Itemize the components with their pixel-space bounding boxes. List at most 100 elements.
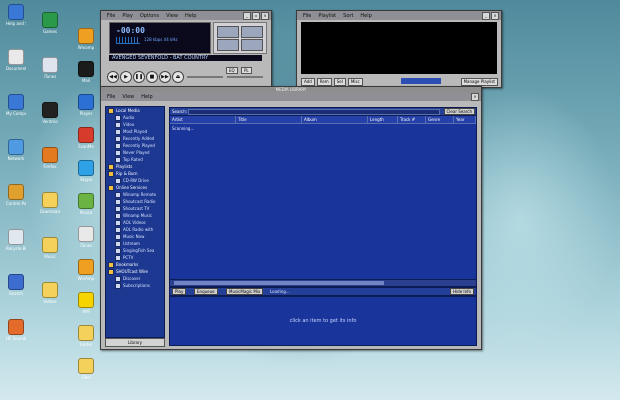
lib-menu-view[interactable]: View (122, 94, 134, 100)
desktop-icon[interactable]: Files (76, 358, 96, 380)
tree-item[interactable]: SHOUTcast Wire (106, 268, 164, 275)
desktop-icon[interactable]: Mail (76, 61, 96, 83)
desktop-icon[interactable]: Folder (76, 325, 96, 347)
tree-item[interactable]: AOL Videos (106, 219, 164, 226)
tree-item[interactable]: Discover (106, 275, 164, 282)
media-library-window[interactable]: MEDIA LIBRARY File View Help × Local Med… (100, 86, 482, 350)
desktop-icon[interactable]: Picasa (76, 193, 96, 215)
close-icon[interactable]: × (261, 11, 269, 20)
playlist-remove-button[interactable]: Rem (316, 78, 332, 86)
desktop-icon[interactable]: My Computer (6, 94, 26, 116)
previous-button[interactable]: ◀◀ (107, 71, 119, 83)
pl-menu-file[interactable]: File (303, 13, 311, 19)
desktop-icon[interactable]: Music (40, 237, 60, 259)
tree-item[interactable]: CD-RW Drive (106, 177, 164, 184)
playlist-misc-button[interactable]: Misc (347, 78, 363, 86)
library-tree[interactable]: Local Media Audio Video Most Played Recently… (105, 106, 165, 338)
minimize-icon[interactable]: _ (482, 11, 490, 20)
menu-help[interactable]: Help (185, 13, 196, 19)
desktop-icon[interactable]: Control Panel (6, 184, 26, 206)
tree-item[interactable]: Winamp Music (106, 212, 164, 219)
tree-item[interactable]: Rip & Burn (106, 170, 164, 177)
lib-menu-file[interactable]: File (107, 94, 115, 100)
tree-item[interactable]: Top Rated (106, 156, 164, 163)
desktop-icon[interactable]: Network (6, 139, 26, 161)
next-button[interactable]: ▶▶ (159, 71, 171, 83)
column-header[interactable]: Album (302, 116, 368, 123)
clear-search-button[interactable]: Clear Search (443, 108, 475, 115)
enqueue-button[interactable]: Enqueue (194, 288, 218, 295)
lib-menu-help[interactable]: Help (141, 94, 152, 100)
close-icon[interactable]: × (491, 11, 499, 20)
desktop-icon[interactable]: ScanMe (76, 127, 96, 149)
playlist-area[interactable] (301, 22, 497, 74)
tree-item[interactable]: Local Media (106, 107, 164, 114)
eject-button[interactable]: ⏏ (172, 71, 184, 83)
menu-view[interactable]: View (166, 13, 178, 19)
desktop-icon[interactable]: AIM (76, 292, 96, 314)
menu-file[interactable]: File (107, 13, 115, 19)
track-list[interactable]: Artist Title Album Length Track # Genre Year S… (169, 115, 477, 281)
desktop-icon[interactable]: Recycle Bin (6, 229, 26, 251)
column-header[interactable]: Track # (398, 116, 426, 123)
desktop-icon[interactable]: Games (40, 12, 60, 34)
winamp-player-window[interactable]: File Play Options View Help _ ▫ × -00:00… (100, 10, 272, 88)
column-header[interactable]: Year (454, 116, 476, 123)
desktop-icon[interactable]: Help and Support (6, 4, 26, 26)
tree-item[interactable]: Video (106, 121, 164, 128)
tree-item[interactable]: Ustream (106, 240, 164, 247)
pl-menu-help[interactable]: Help (360, 13, 371, 19)
playlist-window[interactable]: File Playlist Sort Help _ × Add Rem Sel … (296, 10, 502, 88)
desktop-icon[interactable]: Winamp (76, 28, 96, 50)
tree-item[interactable]: PCTV (106, 254, 164, 261)
desktop-icon[interactable]: Downloads (40, 192, 60, 214)
shade-icon[interactable]: ▫ (252, 11, 260, 20)
manage-playlist-button[interactable]: Manage Playlist (460, 78, 498, 86)
play-button[interactable]: ▶ (120, 71, 132, 83)
playlist-add-button[interactable]: Add (301, 78, 315, 86)
pause-button[interactable]: ❚❚ (133, 71, 145, 83)
tree-item[interactable]: Winamp Remote (106, 191, 164, 198)
library-button[interactable]: Library (105, 338, 165, 347)
column-header[interactable]: Genre (426, 116, 454, 123)
desktop-icon[interactable]: Documents (6, 49, 26, 71)
tree-item[interactable]: Shoutcast Radio (106, 198, 164, 205)
tree-item[interactable]: Subscriptions (106, 282, 164, 289)
tree-item[interactable]: Online Services (106, 184, 164, 191)
volume-slider[interactable] (187, 76, 223, 78)
musicmagic-mix-button[interactable]: MusicMagic Mix (226, 288, 264, 295)
tree-item[interactable]: Bookmarks (106, 261, 164, 268)
tree-item[interactable]: SingingFish Sea (106, 247, 164, 254)
desktop-icon[interactable]: Ventrilo (40, 102, 60, 124)
scrollbar-thumb[interactable] (174, 281, 384, 285)
tree-item[interactable]: Recently Added (106, 135, 164, 142)
desktop-icon[interactable]: iTunes (40, 57, 60, 79)
desktop-icon[interactable]: Skype (76, 160, 96, 182)
desktop-icon[interactable]: HF Sounds (6, 319, 26, 341)
pl-toggle[interactable]: PL (241, 67, 252, 74)
tree-item[interactable]: Never Played (106, 149, 164, 156)
menu-options[interactable]: Options (140, 13, 159, 19)
minimize-icon[interactable]: _ (243, 11, 251, 20)
eq-toggle[interactable]: EQ (226, 67, 238, 74)
stop-button[interactable]: ■ (146, 71, 158, 83)
desktop-icon[interactable]: Videos (40, 282, 60, 304)
side-button-1[interactable] (217, 26, 239, 38)
horizontal-scrollbar[interactable] (169, 279, 477, 287)
pl-menu-playlist[interactable]: Playlist (318, 13, 336, 19)
side-button-4[interactable] (241, 39, 263, 51)
tree-item[interactable]: Music Now (106, 233, 164, 240)
desktop-icon[interactable]: WinAmp (76, 259, 96, 281)
desktop-icon[interactable]: iTunes (76, 226, 96, 248)
menu-play[interactable]: Play (122, 13, 132, 19)
play-button[interactable]: Play (172, 288, 187, 295)
tree-item[interactable]: Shoutcast TV (106, 205, 164, 212)
tree-item[interactable]: Playlists (106, 163, 164, 170)
balance-slider[interactable] (227, 76, 263, 78)
tree-item[interactable]: Recently Played (106, 142, 164, 149)
desktop-icon[interactable]: Player (76, 94, 96, 116)
desktop-icon[interactable]: Search (6, 274, 26, 296)
column-header[interactable]: Artist (170, 116, 236, 123)
close-icon[interactable]: × (471, 92, 479, 101)
column-header[interactable]: Length (368, 116, 398, 123)
